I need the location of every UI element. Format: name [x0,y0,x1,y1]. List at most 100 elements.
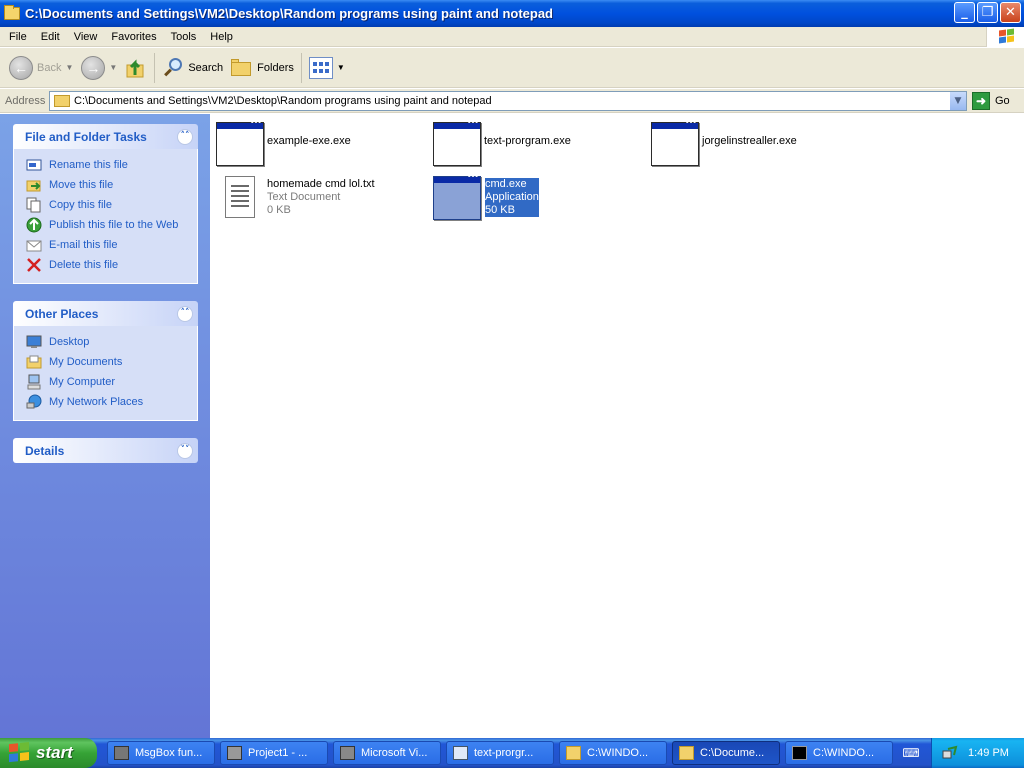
taskbar-button-label: Microsoft Vi... [361,747,428,759]
file-list: example-exe.exe text-prorgram.exe jorgel… [211,114,1024,738]
toolbar-separator [154,52,156,83]
menu-bar: File Edit View Favorites Tools Help [0,27,1024,47]
details-panel: Details ˅˅ [13,438,198,463]
file-folder-tasks-panel: File and Folder Tasks ˄˄ Rename this fil… [13,124,198,284]
file-name: text-prorgram.exe [484,135,571,147]
folders-icon [231,58,253,77]
panel-header[interactable]: Details ˅˅ [13,438,198,463]
collapse-chevron-icon[interactable]: ˄˄ [177,305,193,322]
maximize-button[interactable]: ❐ [977,2,998,23]
minimize-button[interactable]: _ [954,2,975,23]
place-network[interactable]: My Network Places [26,392,197,412]
folders-label: Folders [257,61,294,74]
taskbar-button-label: MsgBox fun... [135,747,203,759]
task-email[interactable]: E-mail this file [26,235,197,255]
go-arrow-icon: ➜ [972,92,990,110]
menu-file[interactable]: File [0,31,34,43]
taskbar-button-active[interactable]: C:\Docume... [672,741,780,765]
application-icon [216,118,264,166]
file-item-selected[interactable]: cmd.exe Application 50 KB [433,172,539,220]
views-button[interactable]: ▼ [305,51,349,85]
task-label: Delete this file [49,259,119,271]
menu-view[interactable]: View [67,31,105,43]
task-rename[interactable]: Rename this file [26,155,197,175]
title-bar: C:\Documents and Settings\VM2\Desktop\Ra… [0,0,1024,27]
taskbar-button[interactable]: Project1 - ... [220,741,328,765]
address-label: Address [5,94,46,107]
search-button[interactable]: Search [158,51,227,85]
forward-dropdown-icon[interactable]: ▼ [109,63,117,72]
taskbar-button[interactable]: text-prorgr... [446,741,554,765]
menu-edit[interactable]: Edit [34,31,67,43]
address-input[interactable]: C:\Documents and Settings\VM2\Desktop\Ra… [49,91,967,111]
place-my-computer[interactable]: My Computer [26,372,197,392]
menu-help[interactable]: Help [203,31,240,43]
vb-app-icon [114,746,129,760]
up-folder-button[interactable] [121,51,151,85]
folder-icon [679,746,694,760]
panel-header[interactable]: File and Folder Tasks ˄˄ [13,124,198,149]
task-publish-web[interactable]: Publish this file to the Web [26,215,197,235]
task-delete[interactable]: Delete this file [26,255,197,275]
publish-web-icon [26,217,42,233]
folder-icon [54,95,70,107]
application-icon [651,118,699,166]
taskbar-button[interactable]: MsgBox fun... [107,741,215,765]
go-button[interactable]: ➜ Go [972,92,1010,110]
collapse-chevron-icon[interactable]: ˄˄ [177,128,193,145]
file-item[interactable]: example-exe.exe [216,118,351,166]
file-item[interactable]: text-prorgram.exe [433,118,571,166]
file-type: Text Document [267,191,341,203]
taskbar-button[interactable]: Microsoft Vi... [333,741,441,765]
move-icon [26,180,41,192]
menu-tools[interactable]: Tools [164,31,204,43]
desktop-icon [26,335,42,348]
menu-favorites[interactable]: Favorites [104,31,163,43]
task-label: Copy this file [49,199,112,211]
other-places-panel: Other Places ˄˄ Desktop My Documents My … [13,301,198,421]
visual-basic-icon [340,746,355,760]
network-tray-icon[interactable] [942,745,958,761]
back-label: Back [37,61,62,74]
file-name: example-exe.exe [267,135,351,147]
file-size: 0 KB [267,204,291,216]
back-button[interactable]: ← Back ▼ [0,51,77,85]
up-folder-icon [126,58,144,77]
window-controls: _ ❐ ✕ [954,2,1021,23]
keyboard-icon[interactable]: ⌨ [896,744,926,762]
place-label: My Documents [49,356,123,368]
close-button[interactable]: ✕ [1000,2,1021,23]
task-copy[interactable]: Copy this file [26,195,197,215]
text-document-icon [225,176,255,218]
start-button[interactable]: start [0,738,97,768]
expand-chevron-icon[interactable]: ˅˅ [177,442,193,459]
application-icon [433,118,481,166]
taskbar-button-label: C:\WINDO... [813,747,875,759]
task-label: E-mail this file [49,239,118,251]
address-value: C:\Documents and Settings\VM2\Desktop\Ra… [74,95,492,107]
folders-button[interactable]: Folders [227,51,298,85]
file-name: homemade cmd lol.txt [267,178,375,190]
address-bar: Address C:\Documents and Settings\VM2\De… [0,89,1024,113]
application-icon [433,172,481,220]
task-move[interactable]: Move this file [26,175,197,195]
file-item[interactable]: jorgelinstrealler.exe [651,118,797,166]
place-my-documents[interactable]: My Documents [26,352,197,372]
clock[interactable]: 1:49 PM [968,747,1009,759]
taskbar-button[interactable]: C:\WINDO... [785,741,893,765]
back-arrow-icon: ← [9,55,33,80]
panel-header[interactable]: Other Places ˄˄ [13,301,198,326]
my-documents-icon [26,355,42,369]
views-dropdown-icon[interactable]: ▼ [337,63,345,72]
place-desktop[interactable]: Desktop [26,332,197,352]
email-icon [26,240,42,252]
views-icon [308,56,333,79]
forward-button[interactable]: → ▼ [77,51,121,85]
address-dropdown-icon[interactable]: ▼ [949,92,966,110]
taskbar-button[interactable]: C:\WINDO... [559,741,667,765]
windows-logo-icon [986,27,1024,47]
folder-icon [566,746,581,760]
back-dropdown-icon[interactable]: ▼ [65,63,73,72]
task-label: Publish this file to the Web [49,219,179,231]
file-item[interactable]: homemade cmd lol.txt Text Document 0 KB [216,176,375,218]
